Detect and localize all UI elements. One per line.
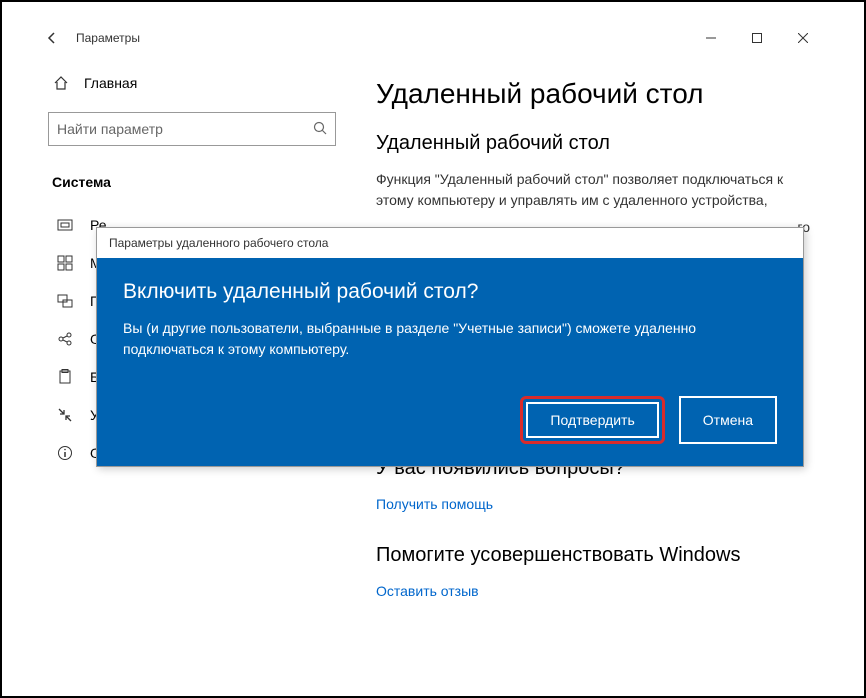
window-controls <box>688 22 826 54</box>
remote-icon <box>56 406 74 424</box>
help-link[interactable]: Получить помощь <box>376 496 493 512</box>
dialog-heading: Включить удаленный рабочий стол? <box>123 280 777 304</box>
dialog-title: Параметры удаленного рабочего стола <box>97 228 803 258</box>
remote-desktop-dialog: Параметры удаленного рабочего стола Вклю… <box>96 227 804 467</box>
share-icon <box>56 330 74 348</box>
page-title: Удаленный рабочий стол <box>376 78 810 110</box>
improve-heading: Помогите усовершенствовать Windows <box>376 544 810 567</box>
close-button[interactable] <box>780 22 826 54</box>
search-placeholder: Найти параметр <box>57 121 313 137</box>
dialog-body: Включить удаленный рабочий стол? Вы (и д… <box>97 258 803 466</box>
clipboard-icon <box>56 368 74 386</box>
home-icon <box>52 74 70 92</box>
back-button[interactable] <box>40 26 64 50</box>
window-title: Параметры <box>76 31 140 45</box>
multitask-icon <box>56 254 74 272</box>
cancel-button[interactable]: Отмена <box>679 396 777 444</box>
category-heading: Система <box>48 174 336 198</box>
home-label: Главная <box>84 75 137 91</box>
project-icon <box>56 292 74 310</box>
titlebar: Параметры <box>32 22 834 54</box>
maximize-button[interactable] <box>734 22 780 54</box>
confirm-highlight: Подтвердить <box>520 396 664 444</box>
section-description: Функция "Удаленный рабочий стол" позволя… <box>376 169 810 211</box>
section-heading: Удаленный рабочий стол <box>376 132 810 155</box>
dialog-buttons: Подтвердить Отмена <box>123 396 777 444</box>
home-link[interactable]: Главная <box>48 66 336 100</box>
search-input[interactable]: Найти параметр <box>48 112 336 146</box>
confirm-button[interactable]: Подтвердить <box>526 402 658 438</box>
search-icon <box>313 121 327 138</box>
resize-icon <box>56 216 74 234</box>
minimize-button[interactable] <box>688 22 734 54</box>
dialog-text: Вы (и другие пользователи, выбранные в р… <box>123 318 777 360</box>
info-icon <box>56 444 74 462</box>
feedback-link[interactable]: Оставить отзыв <box>376 583 479 599</box>
